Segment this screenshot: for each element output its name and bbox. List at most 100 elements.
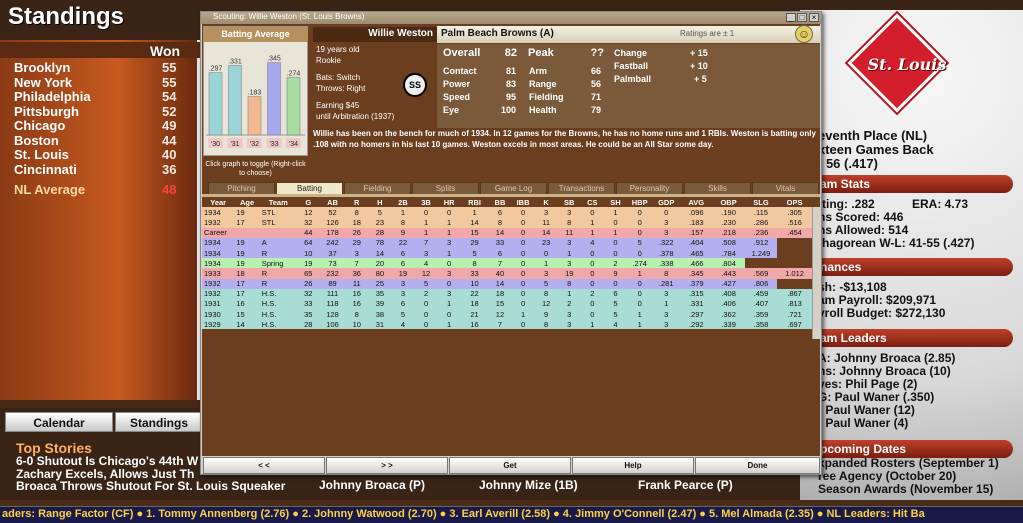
cash: sh: -$13,108 bbox=[818, 280, 887, 294]
column-header[interactable]: HBP bbox=[626, 197, 653, 208]
column-header[interactable]: RBI bbox=[460, 197, 489, 208]
table-cell: .345 bbox=[688, 268, 704, 278]
column-header[interactable]: G bbox=[296, 197, 320, 208]
table-cell: 3 bbox=[423, 248, 429, 258]
ratings-note: Ratings are ± 1 bbox=[680, 29, 735, 38]
column-header[interactable]: Team bbox=[259, 197, 297, 208]
column-header[interactable]: HR bbox=[437, 197, 461, 208]
chart-tick-label: '34 bbox=[289, 141, 298, 148]
table-cell: 1 bbox=[664, 299, 669, 309]
table-cell: .813 bbox=[787, 299, 802, 309]
story-link-1[interactable]: 6-0 Shutout Is Chicago's 44th W bbox=[16, 454, 198, 468]
table-cell: 3 bbox=[567, 207, 572, 217]
column-header[interactable]: H bbox=[368, 197, 392, 208]
column-header[interactable]: OBP bbox=[712, 197, 745, 208]
table-row[interactable]: 1934 19 R 10 37 3 14 6 3 1 5 6 0 0 1 0 0 0.378.465.784 1.2… bbox=[202, 247, 812, 259]
column-header[interactable]: R bbox=[345, 197, 369, 208]
table-cell: 2 bbox=[590, 289, 595, 299]
column-header[interactable]: BB bbox=[488, 197, 512, 208]
runs-scored: ns Scored: 446 bbox=[818, 210, 904, 224]
tab-calendar[interactable]: Calendar bbox=[5, 412, 113, 432]
table-cell: 17 bbox=[236, 279, 245, 289]
table-row[interactable]: 1932 17 STL 32 126 18 23 8 1 1 14 8 0 11 8 1 0 0 3.183.230… bbox=[202, 217, 812, 228]
table-cell: .236 bbox=[753, 228, 769, 238]
table-cell: R bbox=[261, 248, 268, 258]
maximize-button[interactable]: □ bbox=[797, 13, 807, 22]
table-cell: 37 bbox=[328, 248, 337, 258]
table-row[interactable]: 1932 17 R 26 89 11 25 3 5 0 10 14 0 5 8 0 0 0 .281 .379 .427… bbox=[202, 278, 812, 289]
table-cell: 1933 bbox=[204, 268, 221, 278]
featured-player-1[interactable]: Johnny Broaca (P) bbox=[319, 478, 425, 492]
table-cell: 0 bbox=[423, 319, 429, 329]
team-wins: 55 bbox=[162, 60, 177, 75]
close-button[interactable]: × bbox=[809, 13, 819, 22]
table-cell: 1 bbox=[567, 289, 572, 299]
runs-allowed: ns Allowed: 514 bbox=[818, 223, 909, 237]
column-header[interactable]: SH bbox=[603, 197, 627, 208]
featured-player-2[interactable]: Johnny Mize (1B) bbox=[479, 478, 578, 492]
column-header[interactable]: AB bbox=[319, 197, 346, 208]
table-row[interactable]: 1930 15 H.S. 35 128 8 38 5 0 0 21 12 1 9 3 0 5 1 3.297.362… bbox=[202, 309, 812, 320]
table-cell: 89 bbox=[328, 279, 337, 289]
won-column-header: Won bbox=[150, 43, 181, 59]
table-cell: 1 bbox=[447, 217, 452, 227]
chart-tick-label: '31 bbox=[230, 141, 239, 148]
table-row[interactable]: 1934 19 STL 12 52 8 5 1 0 0 1 6 0 3 3 0 1 0 0 .096 .190 .115.… bbox=[202, 207, 812, 218]
column-header[interactable]: Year bbox=[202, 197, 235, 208]
done-button[interactable]: Done bbox=[695, 457, 820, 474]
table-cell: 1934 bbox=[204, 238, 221, 248]
team-wins: 52 bbox=[162, 103, 177, 119]
table-cell: 3 bbox=[567, 238, 572, 248]
table-cell: 14 bbox=[495, 279, 505, 289]
table-cell: 23 bbox=[375, 217, 385, 227]
column-header[interactable]: IBB bbox=[511, 197, 535, 208]
get-button[interactable]: Get bbox=[449, 457, 571, 474]
column-header[interactable]: CS bbox=[580, 197, 604, 208]
team-name: Pittsburgh bbox=[14, 103, 79, 119]
table-cell: 8 bbox=[544, 289, 549, 299]
health-label: Health bbox=[529, 105, 557, 115]
table-cell: .297 bbox=[688, 309, 704, 319]
chart-plot[interactable]: .297 '30 .331 '31 .183 '32 .345 '33 .274 '34 bbox=[203, 43, 308, 155]
column-header[interactable]: 3B bbox=[414, 197, 438, 208]
table-scrollbar[interactable] bbox=[812, 207, 820, 339]
table-cell: 3 bbox=[567, 319, 572, 329]
column-header[interactable]: GDP bbox=[652, 197, 681, 208]
table-cell: 17 bbox=[236, 217, 245, 227]
tab-standings[interactable]: Standings bbox=[115, 412, 203, 432]
table-cell: 14 bbox=[541, 228, 551, 238]
peak-label: Peak bbox=[528, 47, 554, 59]
smiley-icon[interactable]: ☺ bbox=[795, 25, 813, 43]
help-button[interactable]: Help bbox=[572, 457, 694, 474]
column-header[interactable]: Age bbox=[234, 197, 260, 208]
table-cell: 9 bbox=[400, 228, 406, 238]
next-button[interactable]: > > bbox=[326, 457, 448, 474]
table-row[interactable]: 1929 14 H.S. 28 106 10 31 4 0 1 16 7 0 8 3 1 4 1 3.292.339… bbox=[202, 319, 812, 330]
previous-button[interactable]: < < bbox=[203, 457, 325, 474]
table-cell: 5 bbox=[472, 248, 477, 258]
column-header[interactable]: SB bbox=[557, 197, 581, 208]
table-row[interactable]: Career 44 178 26 28 9 1 1 15 14 0 14 11 1 1 0 3.157.218.… bbox=[202, 227, 812, 238]
table-row[interactable]: 1932 17 H.S. 32 111 16 35 3 2 3 22 18 0 8 1 2 6 0 3.315.40… bbox=[202, 288, 812, 299]
column-header[interactable]: SLG bbox=[744, 197, 778, 208]
team-name: Brooklyn bbox=[14, 60, 71, 75]
table-row[interactable]: 1931 16 H.S. 33 118 16 39 6 0 1 18 15 0 12 2 0 5 0 1.331.4… bbox=[202, 298, 812, 310]
column-header[interactable]: AVG bbox=[680, 197, 713, 208]
table-cell: .096 bbox=[688, 207, 704, 217]
minimize-button[interactable]: _ bbox=[786, 13, 796, 22]
table-cell: 1931 bbox=[204, 299, 221, 309]
table-row[interactable]: 1933 18 R 65 232 36 80 19 12 3 33 40 0 3 19 0 9 1 8.345.44… bbox=[202, 268, 812, 279]
table-cell: 12 bbox=[495, 309, 505, 319]
table-cell: .516 bbox=[787, 217, 802, 227]
table-row[interactable]: 1934 19 A 64 242 29 78 22 7 3 29 33 0 23 3 4 0 5 .322 .404.… bbox=[202, 237, 812, 248]
column-header[interactable]: OPS bbox=[777, 197, 812, 208]
table-cell: 0 bbox=[447, 279, 452, 289]
table-row[interactable]: 1934 19 Spring 19 73 7 20 6 4 0 8 7 0 1 3 0 2 .274 .338 .46… bbox=[202, 258, 812, 269]
story-link-3[interactable]: Broaca Throws Shutout For St. Louis Sque… bbox=[16, 479, 285, 493]
featured-player-3[interactable]: Frank Pearce (P) bbox=[638, 478, 733, 492]
column-header[interactable]: K bbox=[534, 197, 558, 208]
table-cell: 16 bbox=[236, 299, 245, 309]
upcoming-date-3: Season Awards (November 15) bbox=[818, 482, 994, 496]
team-payroll: am Payroll: $209,971 bbox=[818, 293, 937, 307]
column-header[interactable]: 2B bbox=[391, 197, 415, 208]
